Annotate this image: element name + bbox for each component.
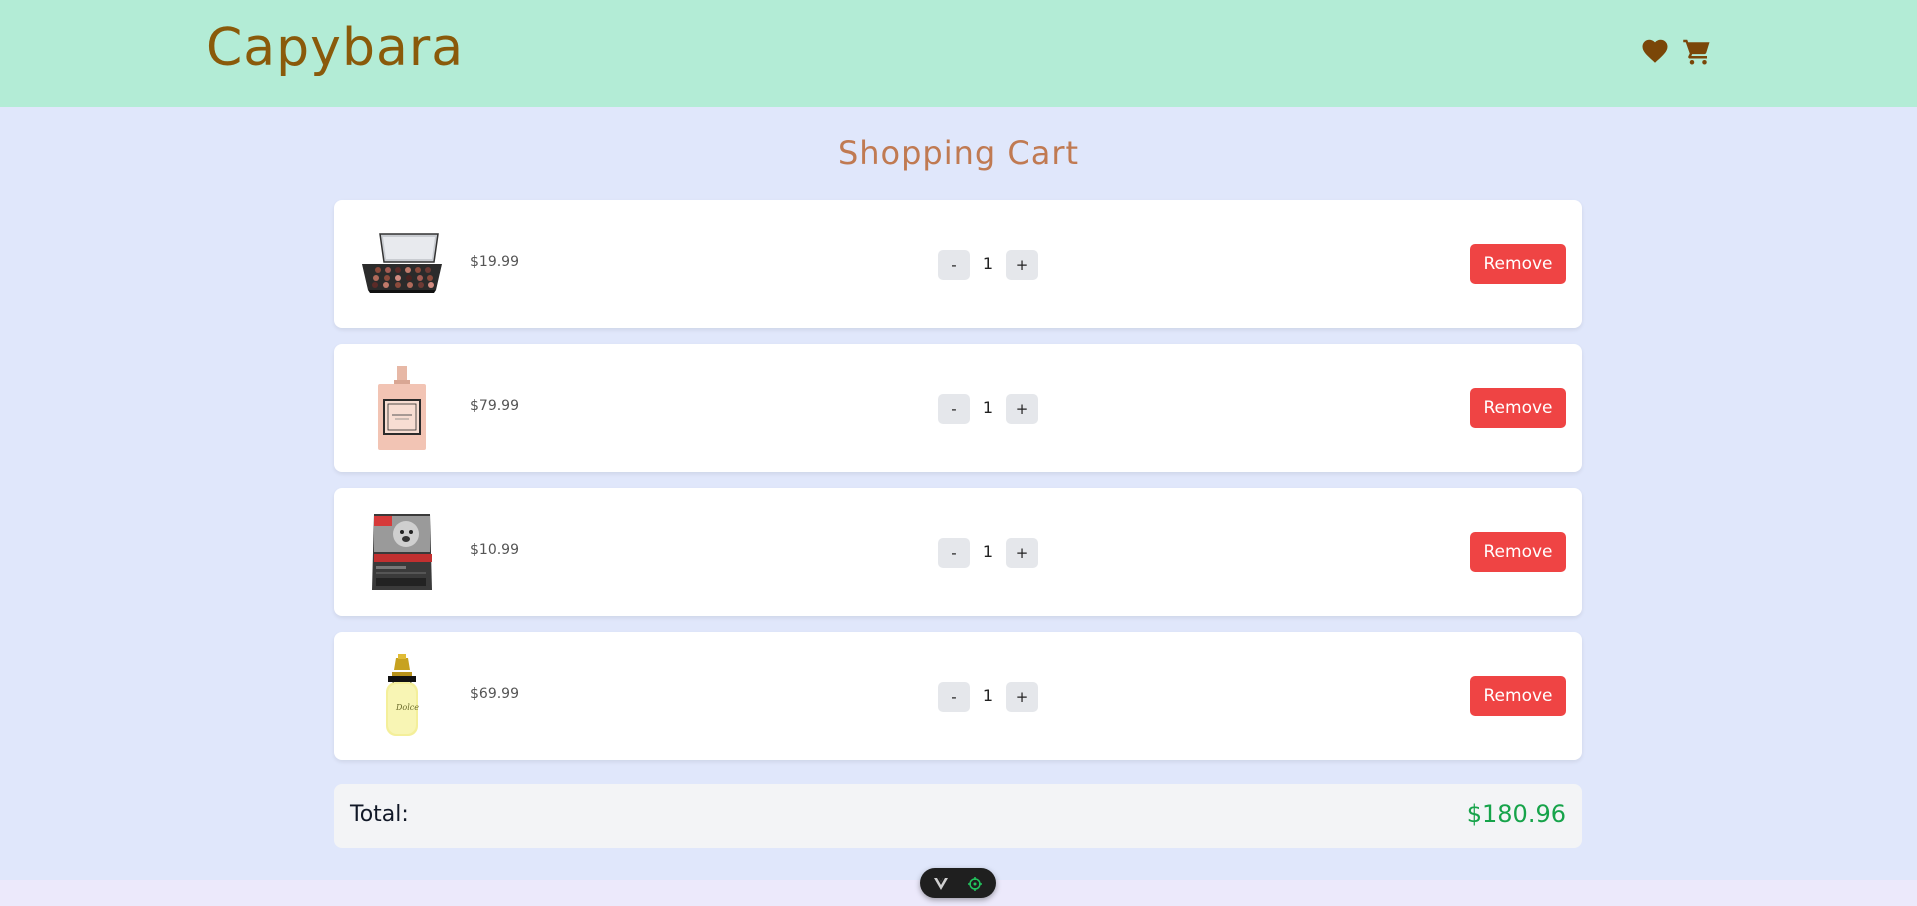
increase-quantity-button[interactable]: + [1006,250,1038,280]
perfume-bottle-yellow-image: Dolce [358,652,446,740]
total-label: Total: [350,802,409,827]
cart-item: $19.99 - 1 + Remove [334,200,1582,328]
decrease-quantity-button[interactable]: - [938,682,970,712]
increase-quantity-button[interactable]: + [1006,682,1038,712]
increase-quantity-button[interactable]: + [1006,394,1038,424]
item-price: $19.99 [470,254,519,270]
site-logo[interactable]: Capybara [206,18,464,78]
remove-button[interactable]: Remove [1470,676,1566,716]
cart-item: $10.99 - 1 + Remove [334,488,1582,616]
inspector-target-icon[interactable] [968,876,982,891]
cart-icon[interactable] [1682,36,1712,66]
increase-quantity-button[interactable]: + [1006,538,1038,568]
remove-button[interactable]: Remove [1470,388,1566,428]
quantity-value: 1 [982,254,994,273]
cart-total: Total: $180.96 [334,784,1582,848]
decrease-quantity-button[interactable]: - [938,250,970,280]
perfume-bottle-pink-image [358,364,446,452]
decrease-quantity-button[interactable]: - [938,538,970,568]
heart-icon[interactable] [1640,36,1670,66]
cart-item: $79.99 - 1 + Remove [334,344,1582,472]
item-price: $79.99 [470,398,519,414]
quantity-value: 1 [982,686,994,705]
decrease-quantity-button[interactable]: - [938,394,970,424]
site-header: Capybara [0,0,1917,107]
dog-food-bag-image [358,508,446,596]
total-value: $180.96 [1466,800,1566,828]
dev-toolbar[interactable] [920,868,996,898]
remove-button[interactable]: Remove [1470,532,1566,572]
remove-button[interactable]: Remove [1470,244,1566,284]
item-price: $10.99 [470,542,519,558]
item-price: $69.99 [470,686,519,702]
vue-logo-icon[interactable] [934,876,948,890]
svg-text:Dolce: Dolce [395,703,419,712]
cart-item: Dolce $69.99 - 1 + Remove [334,632,1582,760]
page-title: Shopping Cart [837,134,1080,172]
quantity-value: 1 [982,542,994,561]
eyeshadow-palette-image [358,220,446,308]
quantity-value: 1 [982,398,994,417]
